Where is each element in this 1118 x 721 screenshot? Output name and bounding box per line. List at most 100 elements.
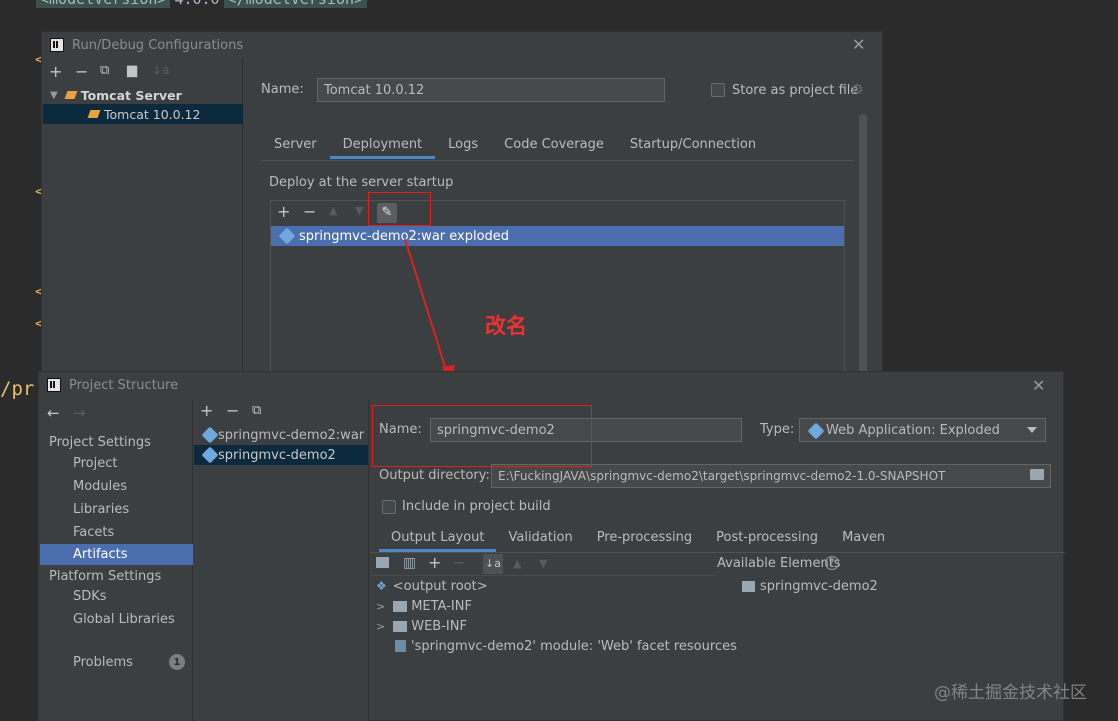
add-icon[interactable]: + <box>428 553 441 572</box>
tree-label: springmvc-demo2 <box>760 578 878 594</box>
layout-tree-web-inf[interactable]: > WEB-INF <box>376 616 467 636</box>
annotation-text: 改名 <box>485 314 527 338</box>
remove-icon[interactable]: − <box>452 553 465 572</box>
tab-code-coverage[interactable]: Code Coverage <box>491 129 617 159</box>
tab-output-layout[interactable]: Output Layout <box>379 522 497 552</box>
annotation-highlight-name <box>372 405 592 467</box>
tree-item-label: Tomcat 10.0.12 <box>104 106 201 122</box>
tree-label: WEB-INF <box>411 618 467 634</box>
nav-heading-project-settings: Project Settings <box>49 435 151 450</box>
copy-icon[interactable]: ⧉ <box>100 63 109 78</box>
chevron-down-icon: ▼ <box>50 89 58 101</box>
help-icon[interactable]: ? <box>825 556 839 570</box>
tag-open: <modelVersion> <box>36 0 171 8</box>
nav-item-project[interactable]: Project <box>73 456 117 471</box>
tab-deployment[interactable]: Deployment <box>329 129 436 159</box>
nav-item-libraries[interactable]: Libraries <box>73 502 129 517</box>
scrollbar[interactable] <box>859 114 867 377</box>
artifact-tabs: Output Layout Validation Pre-processing … <box>379 522 897 552</box>
intellij-logo-icon <box>50 38 64 52</box>
chevron-right-icon: > <box>376 619 386 633</box>
tab-validation[interactable]: Validation <box>496 522 584 552</box>
type-select[interactable]: Web Application: Exploded <box>799 418 1046 442</box>
nav-item-facets[interactable]: Facets <box>73 525 114 540</box>
tab-maven[interactable]: Maven <box>830 522 897 552</box>
nav-item-sdks[interactable]: SDKs <box>73 589 107 604</box>
store-checkbox[interactable] <box>711 83 725 97</box>
layout-tree-root[interactable]: ❖ <output root> <box>376 576 488 596</box>
remove-icon[interactable]: − <box>75 62 88 81</box>
move-down-icon[interactable]: ▼ <box>539 557 547 570</box>
tabs-divider <box>261 160 854 161</box>
sort-icon[interactable]: ↓a <box>152 63 169 77</box>
back-arrow-icon[interactable]: ← <box>47 404 60 422</box>
available-tree-item[interactable]: springmvc-demo2 <box>742 576 878 596</box>
include-build-checkbox[interactable] <box>382 500 396 514</box>
dialog-title: Run/Debug Configurations <box>72 37 244 53</box>
tab-logs[interactable]: Logs <box>435 129 491 159</box>
sort-icon[interactable]: ↓a <box>483 554 503 574</box>
artifact-icon <box>278 227 296 245</box>
output-root-icon: ❖ <box>376 579 387 593</box>
move-up-icon[interactable]: ▲ <box>513 557 521 570</box>
remove-icon[interactable]: − <box>226 401 239 420</box>
problems-count-badge: 1 <box>169 654 185 670</box>
move-down-icon[interactable]: ▼ <box>355 204 363 217</box>
tab-startup-connection[interactable]: Startup/Connection <box>617 129 769 159</box>
annotation-highlight-edit <box>368 192 431 226</box>
tree-group-label: Tomcat Server <box>80 87 182 103</box>
folder-icon[interactable]: ▆ <box>127 63 137 78</box>
close-icon[interactable]: ✕ <box>1032 376 1045 395</box>
close-icon[interactable]: ✕ <box>852 35 865 54</box>
folder-icon <box>393 600 408 612</box>
watermark: @稀土掘金技术社区 <box>934 683 1087 703</box>
nav-item-problems[interactable]: Problems <box>73 655 133 670</box>
chevron-right-icon: > <box>376 599 386 613</box>
nav-item-artifacts[interactable]: Artifacts <box>73 547 128 562</box>
tab-pre-processing[interactable]: Pre-processing <box>585 522 704 552</box>
deploy-item-row[interactable]: springmvc-demo2:war exploded <box>271 226 844 246</box>
nav-item-global-libraries[interactable]: Global Libraries <box>73 612 175 627</box>
archive-icon[interactable]: ▥ <box>403 555 416 571</box>
tabs-divider <box>371 552 1065 553</box>
module-folder-icon <box>742 580 755 592</box>
output-dir-input[interactable]: E:\FuckingJAVA\springmvc-demo2\target\sp… <box>491 464 1051 488</box>
artifact-item-selected[interactable]: springmvc-demo2 <box>194 445 336 465</box>
tree-label: META-INF <box>411 598 472 614</box>
layout-tree-meta-inf[interactable]: > META-INF <box>376 596 472 616</box>
output-dir-label: Output directory: <box>379 468 490 483</box>
tag-close: </modelVersion> <box>223 0 368 8</box>
artifact-label: springmvc-demo2 <box>218 447 336 463</box>
artifact-label: springmvc-demo2:war <box>218 427 365 443</box>
add-icon[interactable]: + <box>277 202 290 221</box>
remove-icon[interactable]: − <box>303 202 316 221</box>
name-input[interactable]: Tomcat 10.0.12 <box>317 78 665 102</box>
browse-folder-icon[interactable] <box>1030 469 1044 480</box>
tree-item-tomcat-config[interactable]: Tomcat 10.0.12 <box>43 104 243 124</box>
tab-server[interactable]: Server <box>261 129 330 159</box>
dialog-title: Project Structure <box>69 377 179 393</box>
tree-label: <output root> <box>392 578 488 594</box>
tab-post-processing[interactable]: Post-processing <box>704 522 830 552</box>
artifact-icon <box>201 446 219 464</box>
gear-icon[interactable]: ⚙ <box>851 82 864 98</box>
copy-icon[interactable]: ⧉ <box>252 403 261 418</box>
tag-value: 4.0.0 <box>170 0 223 8</box>
dialog-title-bar: Project Structure <box>39 372 1063 398</box>
tree-group-tomcat[interactable]: ▼ Tomcat Server <box>50 86 240 104</box>
editor-top-line: <modelVersion>4.0.0</modelVersion> <box>0 0 1118 10</box>
layout-tree-facet-resources[interactable]: 'springmvc-demo2' module: 'Web' facet re… <box>395 636 737 656</box>
deploy-heading: Deploy at the server startup <box>269 175 454 190</box>
available-elements-label: Available Elements <box>717 556 841 571</box>
intellij-logo-icon <box>47 378 61 392</box>
new-folder-icon[interactable] <box>376 557 389 568</box>
move-up-icon[interactable]: ▲ <box>329 204 337 217</box>
artifact-item[interactable]: springmvc-demo2:war <box>194 425 364 445</box>
add-icon[interactable]: + <box>200 401 213 420</box>
annotation-arrow <box>404 238 455 383</box>
dialog-title-bar: Run/Debug Configurations <box>42 32 882 58</box>
add-icon[interactable]: + <box>49 62 62 81</box>
forward-arrow-icon[interactable]: → <box>73 404 86 422</box>
tomcat-icon <box>64 91 78 99</box>
nav-item-modules[interactable]: Modules <box>73 479 127 494</box>
